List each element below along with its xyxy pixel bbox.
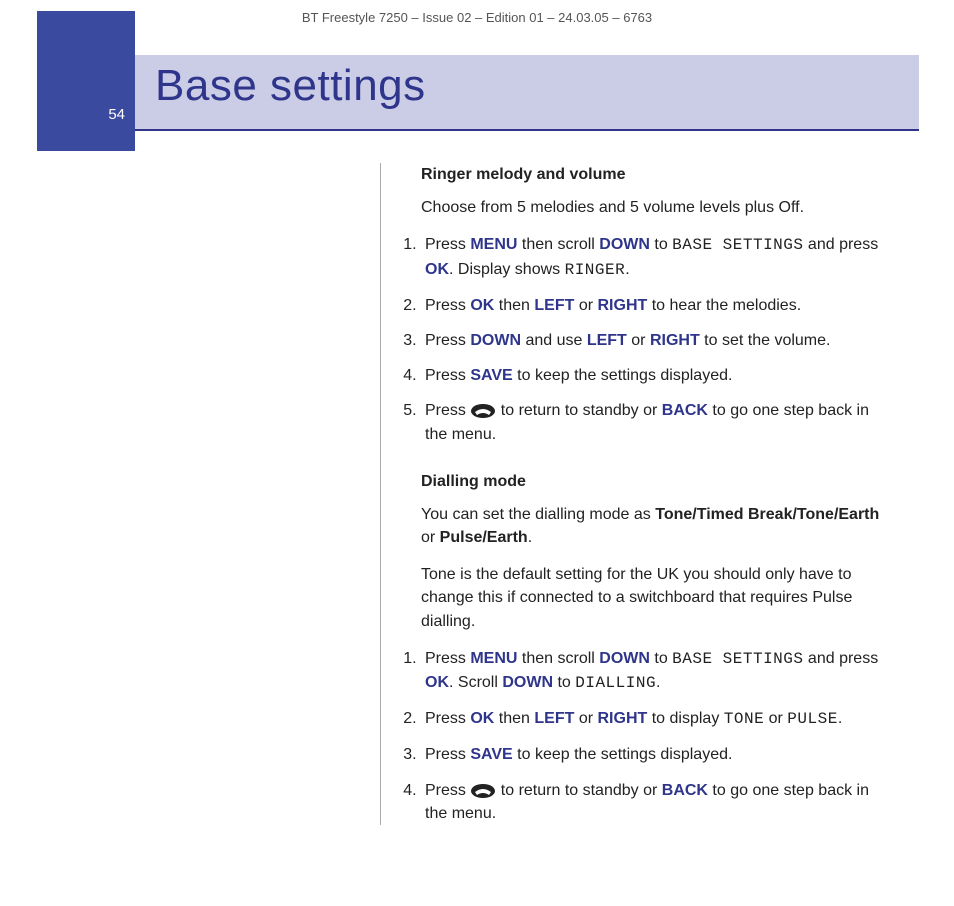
left-keyword: LEFT [587,332,627,349]
back-keyword: BACK [662,402,708,419]
list-item: Press MENU then scroll DOWN to BASE SETT… [421,233,884,281]
left-keyword: LEFT [534,297,574,314]
dialling-note: Tone is the default setting for the UK y… [421,563,884,633]
menu-keyword: MENU [470,650,517,667]
page-number: 54 [108,106,125,123]
title-bar: Base settings [135,55,919,131]
left-keyword: LEFT [534,710,574,727]
list-item: Press to return to standby or BACK to go… [421,779,884,825]
lcd-text: TONE [724,710,764,728]
bold-text: Tone/Timed Break/Tone/Earth [655,506,879,523]
dialling-intro: You can set the dialling mode as Tone/Ti… [421,503,884,549]
content-area: Ringer melody and volume Choose from 5 m… [380,163,884,825]
ok-keyword: OK [470,710,494,727]
menu-keyword: MENU [470,236,517,253]
hangup-icon [470,782,496,799]
ok-keyword: OK [425,674,449,691]
list-item: Press to return to standby or BACK to go… [421,399,884,445]
page-number-block: 54 [37,11,135,151]
ringer-intro: Choose from 5 melodies and 5 volume leve… [421,196,884,219]
down-keyword: DOWN [599,650,650,667]
list-item: Press OK then LEFT or RIGHT to hear the … [421,294,884,317]
bold-text: Pulse/Earth [440,529,528,546]
save-keyword: SAVE [470,746,512,763]
list-item: Press SAVE to keep the settings displaye… [421,743,884,766]
lcd-text: RINGER [565,261,626,279]
page-title: Base settings [155,61,426,111]
lcd-text: DIALLING [575,674,656,692]
down-keyword: DOWN [470,332,521,349]
right-keyword: RIGHT [650,332,700,349]
list-item: Press OK then LEFT or RIGHT to display T… [421,707,884,731]
right-keyword: RIGHT [598,710,648,727]
ok-keyword: OK [425,261,449,278]
ok-keyword: OK [470,297,494,314]
dialling-steps: Press MENU then scroll DOWN to BASE SETT… [381,647,884,825]
right-keyword: RIGHT [598,297,648,314]
lcd-text: BASE SETTINGS [672,236,803,254]
list-item: Press DOWN and use LEFT or RIGHT to set … [421,329,884,352]
doc-header: BT Freestyle 7250 – Issue 02 – Edition 0… [0,0,954,31]
title-band: 54 Base settings [0,31,954,103]
hangup-icon [470,402,496,419]
list-item: Press MENU then scroll DOWN to BASE SETT… [421,647,884,695]
back-keyword: BACK [662,782,708,799]
ringer-steps: Press MENU then scroll DOWN to BASE SETT… [381,233,884,445]
lcd-text: PULSE [787,710,838,728]
list-item: Press SAVE to keep the settings displaye… [421,364,884,387]
lcd-text: BASE SETTINGS [672,650,803,668]
section-heading-ringer: Ringer melody and volume [421,163,884,186]
down-keyword: DOWN [599,236,650,253]
save-keyword: SAVE [470,367,512,384]
down-keyword: DOWN [502,674,553,691]
section-heading-dialling: Dialling mode [421,470,884,493]
